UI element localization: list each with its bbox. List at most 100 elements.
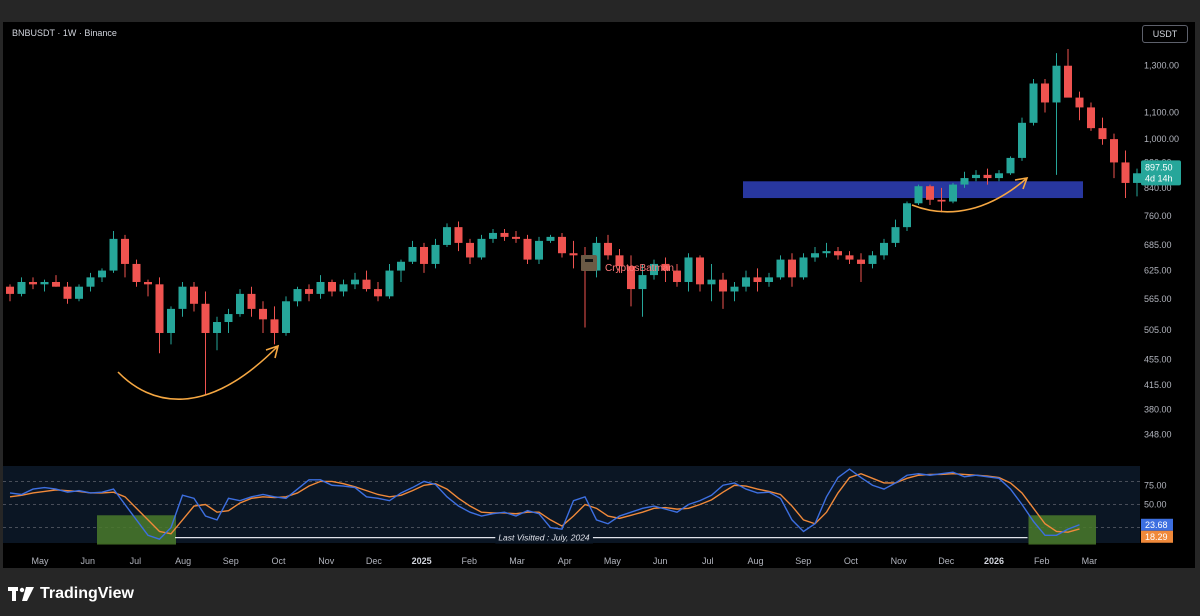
candle-body [960,178,969,185]
time-axis-tick: Jul [702,556,714,566]
candle-body [891,227,900,243]
candle [213,316,221,351]
candle-body [431,244,440,264]
candle [1052,53,1061,175]
candle-body [63,286,72,299]
time-axis-tick: Nov [318,556,335,566]
candle [1029,78,1038,126]
candle [880,238,888,260]
candle-body [236,293,244,315]
symbol-title[interactable]: BNBUSDT · 1W · Binance [12,28,117,38]
candle [753,268,762,292]
candle-body [1087,107,1095,129]
candle [535,236,543,264]
candle [178,281,187,317]
candle-body [707,279,716,285]
candle-body [1006,157,1015,174]
candle [995,170,1003,182]
candle-body [362,279,371,290]
candle-body [270,319,279,333]
candle [1064,49,1072,98]
time-axis-tick: Dec [366,556,383,566]
footer-bar [0,572,1200,616]
candle [765,272,773,287]
candle [431,238,440,269]
candle [719,272,727,309]
time-axis-tick: Jun [80,556,95,566]
candle-body [6,286,14,294]
time-axis-tick: Feb [462,556,478,566]
price-axis-tick: 1,000.00 [1144,134,1179,144]
candle-body [98,270,106,278]
candle-body [719,279,727,292]
candle [121,234,129,278]
candle [374,281,382,302]
candle-body [972,174,980,179]
candle-body [305,289,313,294]
stoch-d-current: 18.29 [1141,530,1173,543]
candle-body [293,289,302,302]
candle-body [420,246,428,264]
candle-body [397,261,405,271]
candle-body [512,236,520,239]
candle-body [995,173,1003,179]
candle [420,242,428,273]
candle [316,275,325,299]
candle [167,306,175,345]
candle-body [765,277,773,282]
candle [903,201,911,231]
candle [1133,168,1141,197]
tradingview-logo-icon [8,587,34,601]
currency-button[interactable]: USDT [1142,25,1188,43]
candle-body [109,238,118,271]
candle-body [822,251,831,254]
price-axis-tick: 1,300.00 [1144,61,1179,71]
last-price-label: 897.504d 14h [1141,160,1181,186]
stoch-k-value: 23.68 [1145,520,1168,530]
candle-body [1098,128,1107,140]
candle [466,238,474,264]
last-price-value: 897.50 [1145,162,1173,172]
candle [546,234,555,243]
left-curve-arrow [117,345,279,401]
candle-body [1133,173,1141,183]
candle-body [1110,139,1118,163]
candle-body [259,308,267,320]
candle [604,234,612,260]
candle [949,182,957,204]
candle-body [983,174,992,179]
candle [155,277,164,354]
candle [1121,150,1130,199]
watermark: CryptosBatman [581,255,674,274]
candle-body [949,184,957,202]
candle [385,263,394,299]
candle [845,251,854,264]
tradingview-logo[interactable]: TradingView [8,585,134,603]
candle-body [753,277,762,282]
candle-body [328,281,336,292]
candle-body [926,186,934,200]
candle-body [477,238,486,258]
candle [98,268,106,282]
candle-body [834,251,842,256]
candle-body [868,255,877,264]
price-axis-tick: 1,100.00 [1144,107,1179,117]
candle-body [638,275,647,290]
candle-body [845,255,854,260]
time-axis-tick: Dec [938,556,955,566]
candle-body [903,203,911,228]
oscillator-axis-tick: 75.00 [1144,480,1167,490]
candlestick-chart[interactable]: CryptosBatman1,300.001,100.001,000.00920… [0,0,1200,616]
candle [29,277,37,290]
candle-body [500,232,509,237]
support-zone [743,181,1083,199]
time-axis-tick: Aug [747,556,763,566]
time-axis-tick: Apr [558,556,572,566]
price-axis-tick: 625.00 [1144,266,1172,276]
candle-body [454,227,463,243]
candle [144,279,152,297]
candle-body [937,199,946,202]
time-axis-tick: 2025 [412,556,432,566]
candle [52,275,60,287]
candle [1098,117,1107,145]
